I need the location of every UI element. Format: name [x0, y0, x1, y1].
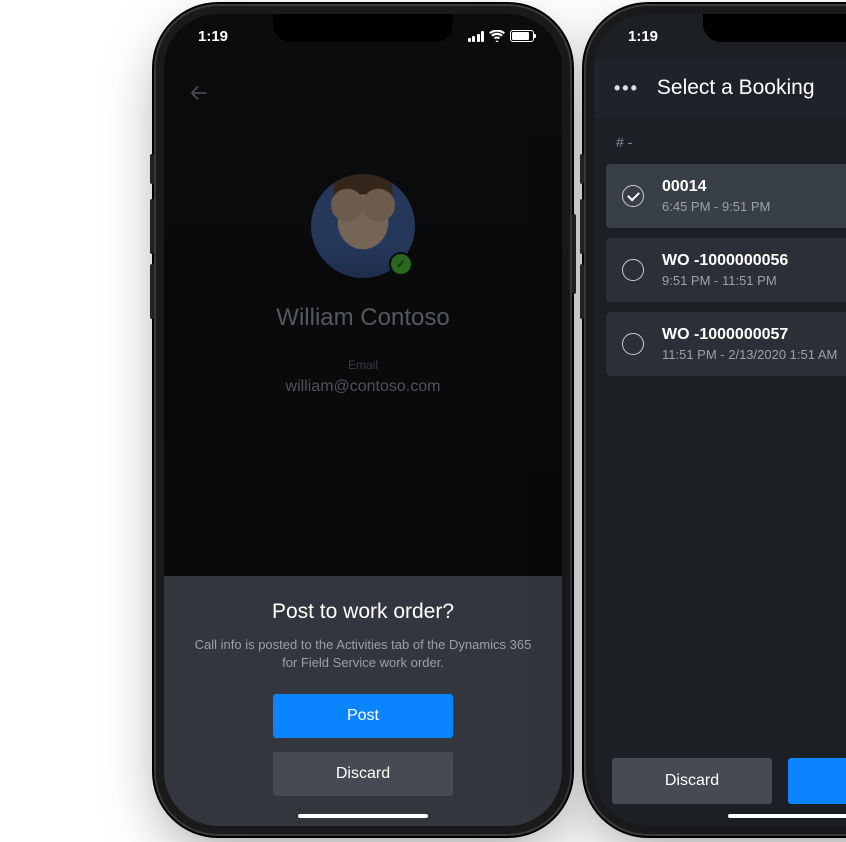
volume-down-button: [150, 264, 154, 319]
booking-title: 00014: [662, 178, 770, 196]
radio-icon[interactable]: [622, 333, 644, 355]
presence-check-icon: ✓: [389, 252, 413, 276]
signal-icon: [468, 31, 485, 42]
checkmark-icon[interactable]: [622, 185, 644, 207]
booking-list: 00014 6:45 PM - 9:51 PM WO -1000000056 9…: [606, 164, 846, 376]
volume-mute-button: [150, 154, 154, 184]
profile-name: William Contoso: [276, 304, 449, 332]
notch: [273, 14, 453, 42]
booking-time: 11:51 PM - 2/13/2020 1:51 AM: [662, 347, 837, 362]
status-icons: [468, 30, 535, 42]
status-time: 1:19: [198, 28, 228, 45]
notch: [703, 14, 846, 42]
wifi-icon: [489, 30, 505, 42]
profile-email: william@contoso.com: [286, 378, 441, 396]
header-title: Select a Booking: [657, 76, 815, 100]
avatar: ✓: [311, 174, 415, 278]
booking-title: WO -1000000056: [662, 252, 788, 270]
volume-mute-button: [580, 154, 584, 184]
power-button: [572, 214, 576, 294]
discard-button[interactable]: Discard: [273, 752, 453, 796]
battery-icon: [510, 30, 534, 42]
volume-up-button: [580, 199, 584, 254]
booking-time: 9:51 PM - 11:51 PM: [662, 273, 788, 288]
booking-item[interactable]: WO -1000000056 9:51 PM - 11:51 PM: [606, 238, 846, 302]
booking-title: WO -1000000057: [662, 326, 837, 344]
header-bar: ••• Select a Booking: [594, 58, 846, 118]
booking-item[interactable]: WO -1000000057 11:51 PM - 2/13/2020 1:51…: [606, 312, 846, 376]
home-indicator[interactable]: [298, 814, 428, 818]
phone-right: 1:19 ••• Select a Booking # - 00014 6:45…: [594, 14, 846, 826]
back-arrow-icon[interactable]: [188, 82, 210, 109]
status-time: 1:19: [628, 28, 658, 45]
phone-left: 1:19 ✓ William Contoso Email william@con…: [164, 14, 562, 826]
post-button[interactable]: Post: [273, 694, 453, 738]
sheet-description: Call info is posted to the Activities ta…: [193, 636, 533, 672]
primary-action-button[interactable]: [788, 758, 846, 804]
volume-down-button: [580, 264, 584, 319]
volume-up-button: [150, 199, 154, 254]
sheet-title: Post to work order?: [272, 600, 454, 624]
booking-item[interactable]: 00014 6:45 PM - 9:51 PM: [606, 164, 846, 228]
profile-email-label: Email: [348, 358, 378, 372]
bottom-sheet: Post to work order? Call info is posted …: [164, 576, 562, 826]
screen-right: 1:19 ••• Select a Booking # - 00014 6:45…: [594, 14, 846, 826]
booking-time: 6:45 PM - 9:51 PM: [662, 199, 770, 214]
discard-button[interactable]: Discard: [612, 758, 772, 804]
radio-icon[interactable]: [622, 259, 644, 281]
more-icon[interactable]: •••: [614, 78, 639, 99]
action-row: Discard: [612, 758, 846, 804]
section-label: # -: [616, 134, 632, 150]
screen-left: 1:19 ✓ William Contoso Email william@con…: [164, 14, 562, 826]
home-indicator[interactable]: [728, 814, 846, 818]
